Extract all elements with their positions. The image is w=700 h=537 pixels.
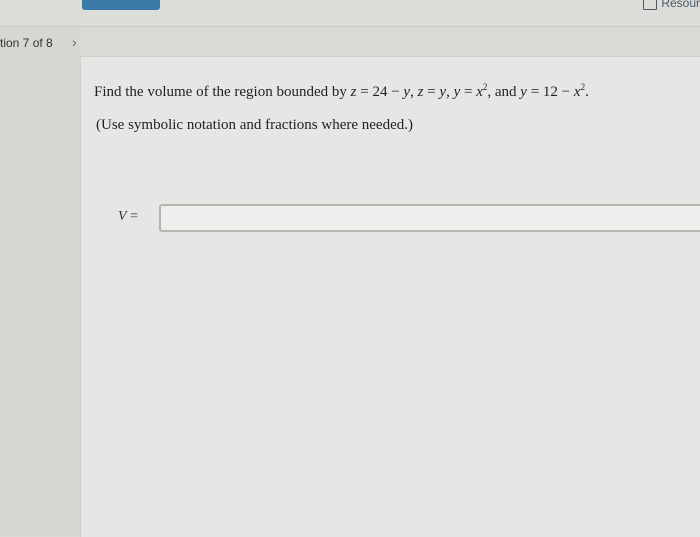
- eq-part: =: [423, 84, 440, 100]
- instruction-note: (Use symbolic notation and fractions whe…: [96, 117, 413, 133]
- var-y: y: [520, 84, 527, 100]
- eq-part: = 12 −: [526, 84, 574, 100]
- top-bar: Resour: [0, 0, 700, 27]
- resources-label: Resour: [661, 0, 700, 10]
- answer-label: V =: [118, 209, 138, 225]
- answer-equals: =: [126, 209, 138, 224]
- var-x: x: [573, 84, 581, 100]
- next-question-icon[interactable]: ›: [72, 34, 77, 50]
- active-tab[interactable]: [82, 0, 160, 10]
- separator: , and: [487, 84, 521, 100]
- question-text: Find the volume of the region bounded by…: [94, 82, 589, 101]
- question-navigation[interactable]: tion 7 of 8: [0, 36, 53, 50]
- separator: ,: [410, 84, 418, 100]
- resources-button[interactable]: Resour: [643, 0, 700, 10]
- eq-part: =: [460, 84, 477, 100]
- answer-input[interactable]: [159, 204, 700, 232]
- var-x: x: [476, 84, 483, 100]
- period: .: [585, 84, 589, 100]
- eq-part: = 24 −: [356, 84, 404, 100]
- resources-icon: [643, 0, 658, 10]
- separator: ,: [446, 84, 454, 100]
- sidebar: [0, 27, 80, 536]
- question-prefix: Find the volume of the region bounded by: [94, 84, 351, 100]
- answer-variable: V: [118, 209, 127, 224]
